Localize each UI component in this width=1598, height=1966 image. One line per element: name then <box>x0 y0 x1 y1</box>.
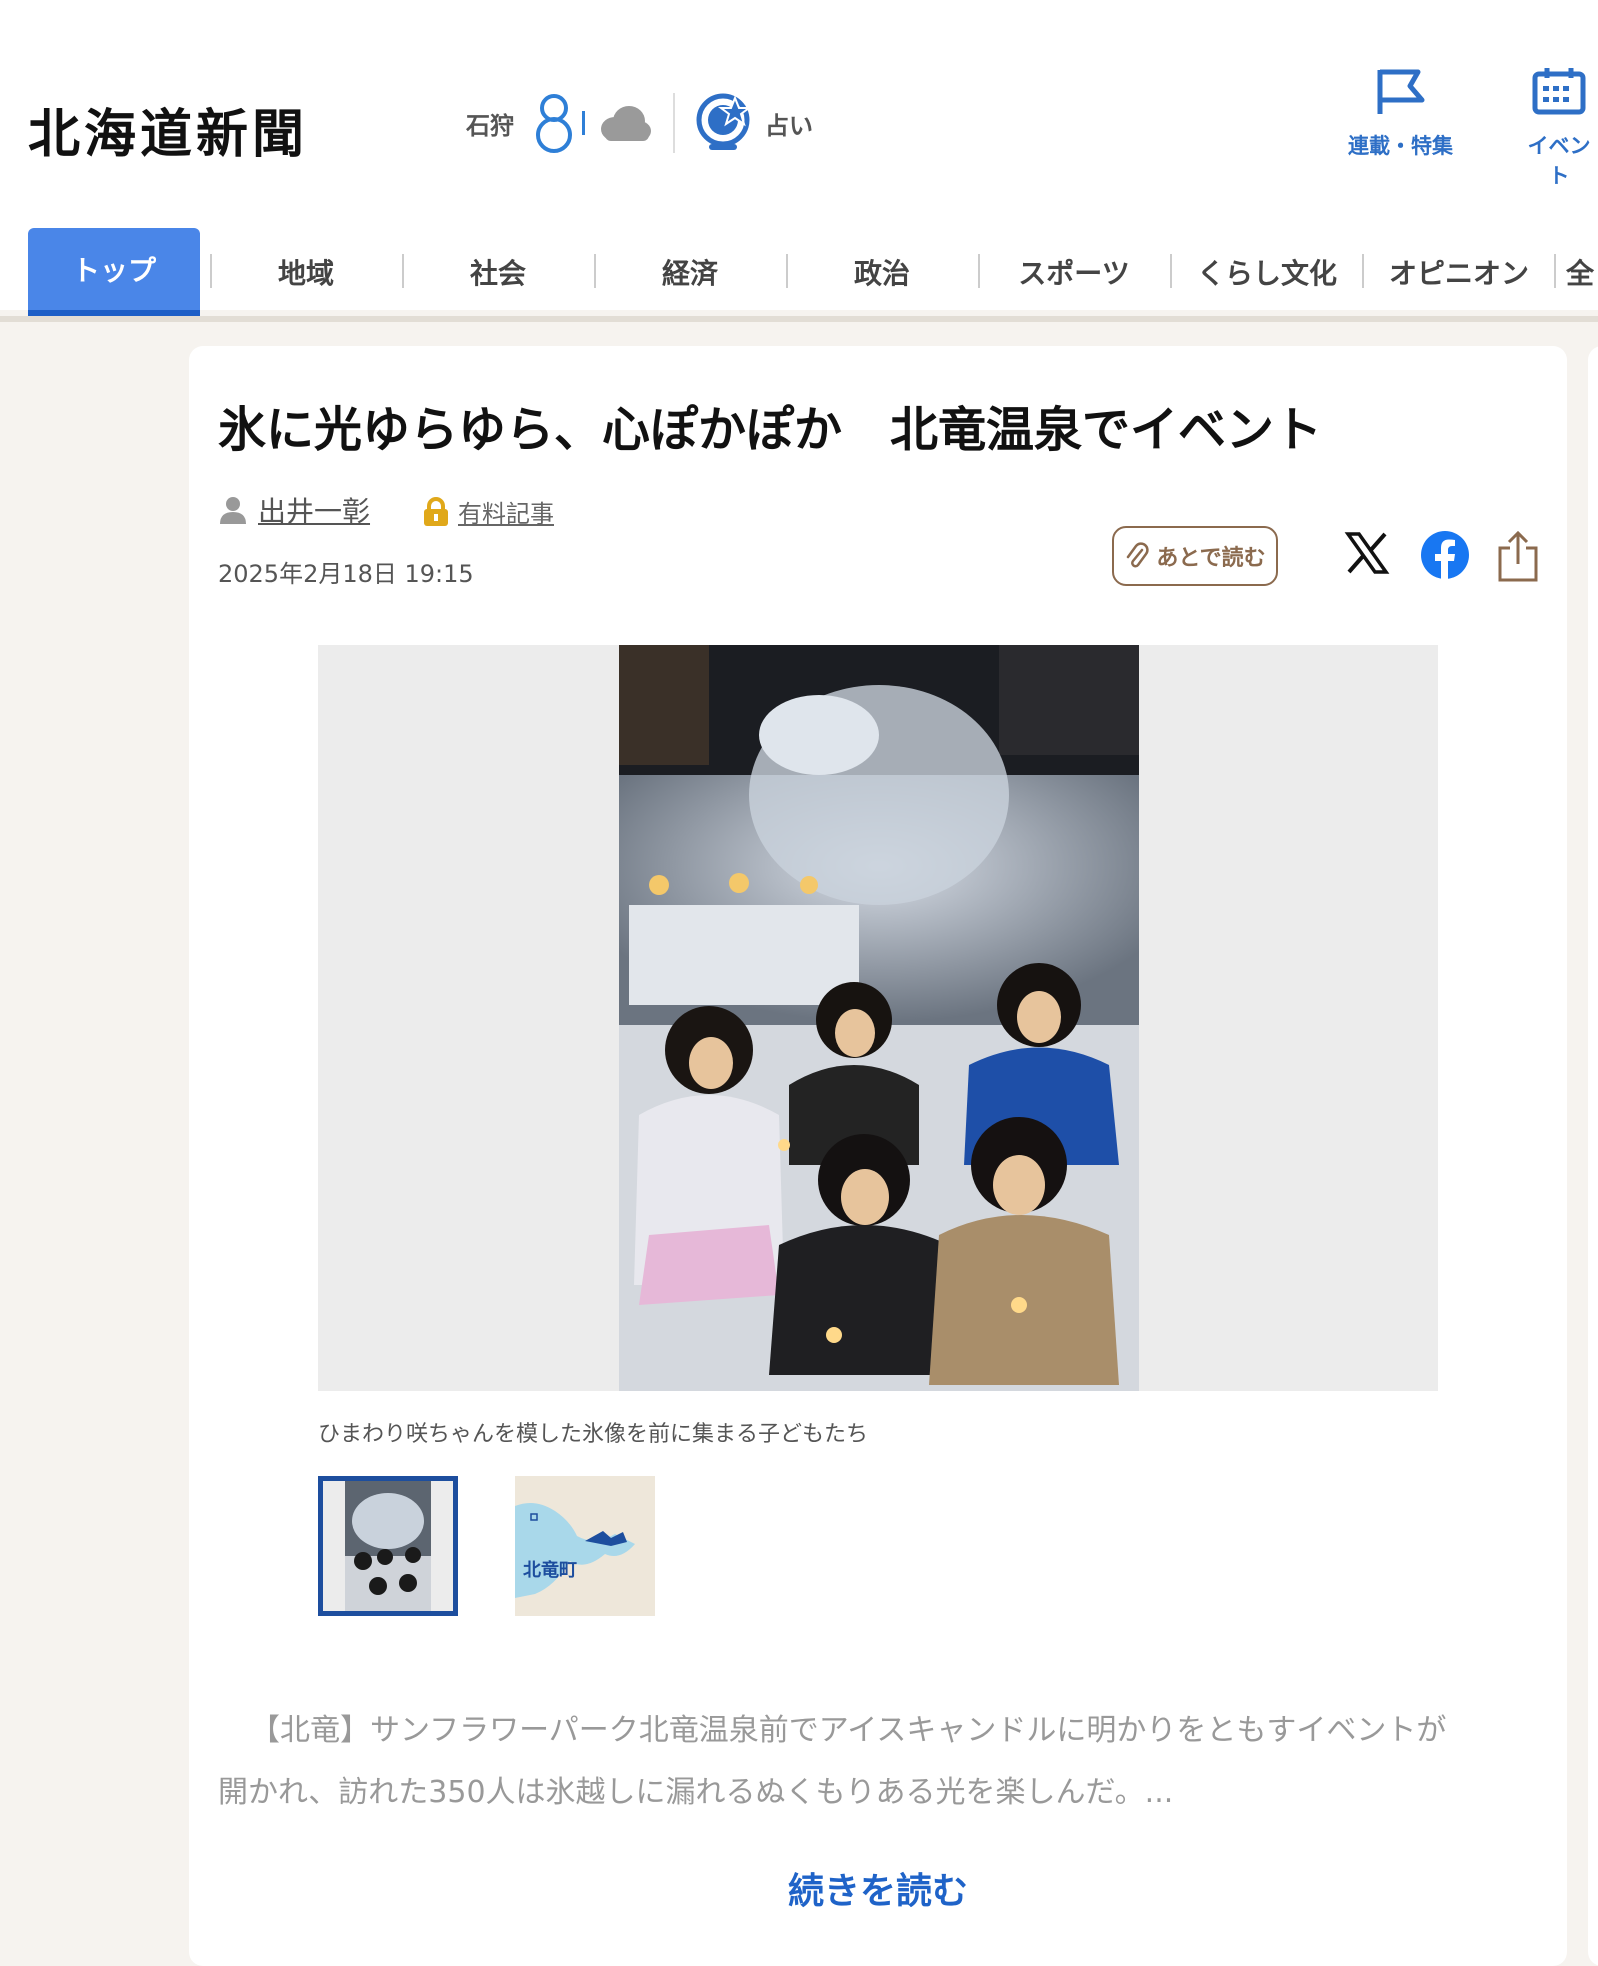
tab-top[interactable]: トップ <box>28 228 200 316</box>
thumbnail-map[interactable]: 北竜町 <box>515 1476 655 1616</box>
tab-all[interactable]: 全 <box>1566 228 1598 316</box>
calendar-icon <box>1532 68 1586 115</box>
author-name[interactable]: 出井一彰 <box>258 490 370 530</box>
weather-widget[interactable]: 石狩 占い <box>466 88 813 158</box>
nav-events-label: イベント <box>1527 134 1591 188</box>
byline: 出井一彰 <box>218 490 370 530</box>
header-divider <box>673 93 675 153</box>
weather-location: 石狩 <box>466 111 514 140</box>
x-icon[interactable] <box>1344 530 1390 576</box>
weather-separator <box>582 111 585 135</box>
tab-divider <box>1554 254 1556 288</box>
tab-economy[interactable]: 経済 <box>596 228 784 316</box>
site-logo[interactable]: 北海道新聞 <box>28 92 308 167</box>
map-label: 北竜町 <box>523 1559 577 1581</box>
nav-series-label: 連載・特集 <box>1348 134 1453 158</box>
tab-sports[interactable]: スポーツ <box>980 228 1168 316</box>
paid-article-badge[interactable]: 有料記事 <box>422 494 554 529</box>
read-later-label: あとで読む <box>1156 546 1266 571</box>
photo-caption: ひまわり咲ちゃんを模した氷像を前に集まる子どもたち <box>318 1422 869 1447</box>
thumbnail-photo-1[interactable] <box>318 1476 458 1616</box>
read-later-button[interactable]: あとで読む <box>1112 526 1278 586</box>
flag-icon <box>1377 69 1424 114</box>
article-photo[interactable] <box>318 645 1438 1391</box>
publish-date: 2025年2月18日 19:15 <box>218 560 474 588</box>
ice-sculpture-photo <box>619 645 1139 1391</box>
facebook-icon[interactable] <box>1420 530 1470 580</box>
person-icon <box>220 497 246 524</box>
article-lead: 【北竜】サンフラワーパーク北竜温泉前でアイスキャンドルに明かりをともすイベントが… <box>218 1700 1548 1824</box>
category-tabs: トップ 地域 社会 経済 政治 スポーツ くらし文化 オピニオン 全 <box>0 228 1598 322</box>
share-icon[interactable] <box>1496 530 1540 582</box>
tab-society[interactable]: 社会 <box>404 228 592 316</box>
read-more-link[interactable]: 続きを読む <box>788 1862 968 1914</box>
paid-article-label: 有料記事 <box>458 500 554 528</box>
fortune-icon <box>696 93 752 150</box>
tab-politics[interactable]: 政治 <box>788 228 976 316</box>
site-header: 北海道新聞 石狩 占い 連載・特集 イベント トップ 地域 社会 経済 政治 ス… <box>0 0 1598 322</box>
cloud-icon <box>601 106 651 141</box>
paperclip-icon <box>1127 542 1149 568</box>
nav-series-features[interactable]: 連載・特集 <box>1348 66 1453 160</box>
article-title: 氷に光ゆらゆら、心ぽかぽか 北竜温泉でイベント <box>218 402 1323 458</box>
snowman-icon <box>536 94 572 153</box>
lock-icon <box>424 496 448 526</box>
tab-life-culture[interactable]: くらし文化 <box>1172 228 1362 316</box>
article-lead-line-2: 開かれ、訪れた350人は氷越しに漏れるぬくもりある光を楽しんだ。... <box>218 1775 1174 1810</box>
tab-opinion[interactable]: オピニオン <box>1364 228 1554 316</box>
nav-events[interactable]: イベント <box>1520 66 1598 190</box>
article-lead-line-1: 【北竜】サンフラワーパーク北竜温泉前でアイスキャンドルに明かりをともすイベントが <box>250 1713 1447 1748</box>
side-card <box>1588 346 1598 1966</box>
fortune-label: 占い <box>765 111 813 140</box>
tab-region[interactable]: 地域 <box>212 228 400 316</box>
